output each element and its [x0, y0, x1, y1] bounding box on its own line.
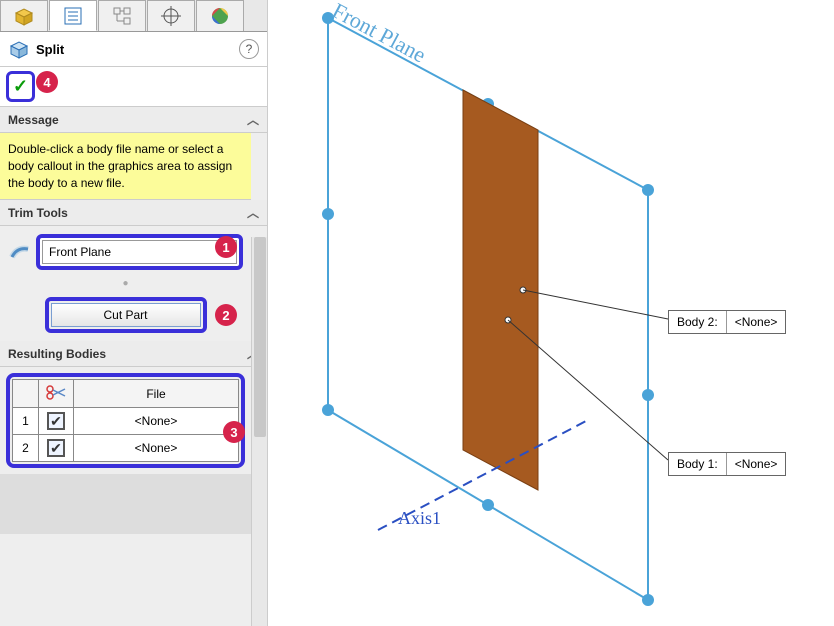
- split-icon: [8, 38, 30, 60]
- callout-label: Body 1:: [669, 453, 727, 475]
- confirm-highlight: ✓: [6, 71, 35, 102]
- message-box: Double-click a body file name or select …: [0, 133, 251, 200]
- col-file: File: [74, 380, 239, 408]
- trim-tools-input[interactable]: [42, 240, 237, 264]
- table-header-row: File: [13, 380, 239, 408]
- row-index: 2: [13, 435, 39, 462]
- cut-highlight: Cut Part: [45, 297, 207, 333]
- help-button[interactable]: ?: [239, 39, 259, 59]
- section-result-header[interactable]: Resulting Bodies ︿: [0, 341, 267, 367]
- panel-scroll[interactable]: Message ︿ Double-click a body file name …: [0, 107, 267, 626]
- tab-configuration[interactable]: [98, 0, 146, 31]
- panel-empty: [0, 474, 251, 534]
- body-callout-1[interactable]: Body 1: <None>: [668, 452, 786, 476]
- surface-icon: [8, 240, 32, 264]
- axis-label: Axis1: [398, 508, 441, 529]
- callout-label: Body 2:: [669, 311, 727, 333]
- scissors-icon: [45, 384, 67, 400]
- section-trim-title: Trim Tools: [8, 206, 68, 220]
- chevron-icon: ︿: [247, 111, 259, 128]
- row-index: 1: [13, 408, 39, 435]
- tree-icon: [111, 5, 133, 27]
- confirm-row: ✓ ✕ 4: [0, 67, 267, 107]
- scrollbar-thumb[interactable]: [254, 237, 266, 437]
- section-trim-header[interactable]: Trim Tools ︿: [0, 200, 267, 226]
- section-message-header[interactable]: Message ︿: [0, 107, 267, 133]
- scrollbar[interactable]: [251, 237, 267, 626]
- row-file[interactable]: <None>: [74, 408, 239, 435]
- feature-title: Split: [36, 42, 239, 57]
- row-check[interactable]: ✔: [39, 435, 74, 462]
- body-callout-2[interactable]: Body 2: <None>: [668, 310, 786, 334]
- chevron-icon: ︿: [247, 204, 259, 221]
- step-badge-4: 4: [36, 71, 58, 93]
- target-icon: [160, 5, 182, 27]
- section-message-title: Message: [8, 113, 59, 127]
- tab-display[interactable]: [196, 0, 244, 31]
- ball-icon: [209, 5, 231, 27]
- cut-row: Cut Part 2: [8, 297, 243, 333]
- top-tabs: [0, 0, 267, 32]
- row-file[interactable]: <None>: [74, 435, 239, 462]
- tab-dimxpert[interactable]: [147, 0, 195, 31]
- row-check[interactable]: ✔: [39, 408, 74, 435]
- resulting-bodies-table: File 1 ✔ <None> 2 ✔ <None>: [12, 379, 239, 462]
- checkbox-icon[interactable]: ✔: [47, 412, 65, 430]
- table-highlight: File 1 ✔ <None> 2 ✔ <None> 3: [6, 373, 245, 468]
- trim-input-highlight: [36, 234, 243, 270]
- trim-body: 1 ● Cut Part 2: [0, 226, 251, 341]
- col-index: [13, 380, 39, 408]
- section-result-title: Resulting Bodies: [8, 347, 106, 361]
- table-row[interactable]: 1 ✔ <None>: [13, 408, 239, 435]
- drag-handle[interactable]: ●: [8, 278, 243, 289]
- table-row[interactable]: 2 ✔ <None>: [13, 435, 239, 462]
- list-icon: [62, 5, 84, 27]
- col-check[interactable]: [39, 380, 74, 408]
- step-badge-2: 2: [215, 304, 237, 326]
- callout-value[interactable]: <None>: [727, 453, 786, 475]
- ok-button[interactable]: ✓: [13, 76, 28, 97]
- cut-part-button[interactable]: Cut Part: [51, 303, 201, 327]
- graphics-viewport[interactable]: Front Plane Axis1 Body 2: <None> Body 1:…: [268, 0, 834, 626]
- tab-feature-tree[interactable]: [0, 0, 48, 31]
- trim-selection-row: 1: [8, 234, 243, 270]
- tab-property-manager[interactable]: [49, 0, 97, 31]
- property-manager-panel: Split ? ✓ ✕ 4 Message ︿ Double-click a b…: [0, 0, 268, 626]
- box-icon: [13, 5, 35, 27]
- callout-value[interactable]: <None>: [727, 311, 786, 333]
- checkbox-icon[interactable]: ✔: [47, 439, 65, 457]
- result-body: File 1 ✔ <None> 2 ✔ <None> 3: [0, 367, 251, 474]
- step-badge-3: 3: [223, 421, 245, 443]
- feature-header: Split ?: [0, 32, 267, 67]
